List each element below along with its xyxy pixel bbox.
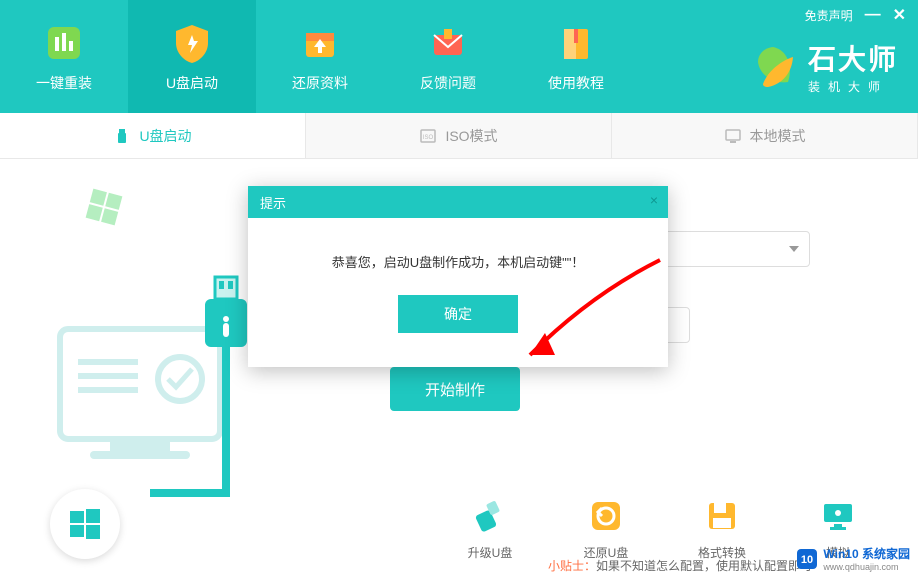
tool-format-convert[interactable]: 格式转换 [692, 498, 752, 561]
windows-icon [67, 506, 103, 542]
display-icon [820, 498, 856, 534]
watermark-text: Win10 系统家园 [823, 545, 910, 562]
dialog-message: 恭喜您，启动U盘制作成功，本机启动键""！ [268, 252, 648, 271]
tool-label: 升级U盘 [468, 544, 513, 561]
main-nav: 一键重装 U盘启动 还原资料 反馈问题 使用教程 [0, 0, 640, 113]
dialog-body: 恭喜您，启动U盘制作成功，本机启动键""！ 确定 [248, 218, 668, 367]
nav-usb-boot[interactable]: U盘启动 [128, 0, 256, 113]
tab-local[interactable]: 本地模式 [612, 113, 918, 158]
tool-restore-usb[interactable]: 还原U盘 [576, 498, 636, 561]
iso-icon: ISO [419, 127, 437, 145]
minimize-button[interactable]: — [865, 6, 881, 24]
app-logo: 石大师 装机大师 [748, 38, 898, 95]
svg-text:10: 10 [801, 554, 813, 566]
tab-iso[interactable]: ISO ISO模式 [306, 113, 612, 158]
usb-icon [113, 127, 131, 145]
tab-label: 本地模式 [750, 126, 806, 146]
nav-label: 一键重装 [36, 73, 92, 93]
usb-up-icon [472, 498, 508, 534]
tab-label: U盘启动 [139, 126, 191, 146]
upload-box-icon [298, 21, 342, 65]
restore-icon [588, 498, 624, 534]
tool-label: 格式转换 [698, 544, 746, 561]
nav-tutorial[interactable]: 使用教程 [512, 0, 640, 113]
hint-body: 如果不知道怎么配置，使用默认配置即可 [596, 559, 812, 573]
watermark: 10 Win10 系统家园 www.qdhuajin.com [795, 545, 910, 572]
windows-deco-icon [82, 185, 126, 229]
envelope-icon [426, 21, 470, 65]
dialog-title-text: 提示 [260, 193, 286, 212]
book-icon [554, 21, 598, 65]
dialog-titlebar: 提示 × [248, 186, 668, 218]
watermark-icon: 10 [795, 547, 819, 571]
nav-label: 反馈问题 [420, 73, 476, 93]
mode-tabs: U盘启动 ISO ISO模式 本地模式 [0, 113, 918, 159]
disclaimer-link[interactable]: 免责声明 [805, 7, 853, 24]
nav-reinstall[interactable]: 一键重装 [0, 0, 128, 113]
tool-upgrade-usb[interactable]: 升级U盘 [460, 498, 520, 561]
watermark-url: www.qdhuajin.com [823, 562, 910, 572]
logo-subtitle: 装机大师 [808, 78, 888, 95]
computer-usb-illustration [50, 239, 260, 499]
chevron-down-icon [789, 246, 799, 252]
dialog-ok-button[interactable]: 确定 [398, 295, 518, 333]
tab-usb[interactable]: U盘启动 [0, 113, 306, 158]
dialog-close-button[interactable]: × [650, 192, 658, 208]
bars-icon [42, 21, 86, 65]
tool-label: 还原U盘 [584, 544, 629, 561]
nav-label: U盘启动 [166, 73, 218, 93]
leaf-icon [748, 42, 798, 92]
monitor-icon [724, 127, 742, 145]
tab-label: ISO模式 [445, 126, 497, 146]
logo-title: 石大师 [808, 38, 898, 78]
hint-prefix: 小贴士： [548, 559, 596, 573]
svg-text:ISO: ISO [423, 135, 434, 141]
success-dialog: 提示 × 恭喜您，启动U盘制作成功，本机启动键""！ 确定 [248, 186, 668, 367]
nav-label: 使用教程 [548, 73, 604, 93]
titlebar: 免责声明 — ✕ [793, 0, 918, 30]
shield-icon [170, 21, 214, 65]
close-button[interactable]: ✕ [893, 5, 906, 25]
nav-feedback[interactable]: 反馈问题 [384, 0, 512, 113]
save-icon [704, 498, 740, 534]
windows-badge [50, 489, 120, 559]
start-button[interactable]: 开始制作 [390, 367, 520, 411]
app-header: 免责声明 — ✕ 一键重装 U盘启动 还原资料 反馈问题 [0, 0, 918, 113]
nav-label: 还原资料 [292, 73, 348, 93]
nav-restore[interactable]: 还原资料 [256, 0, 384, 113]
